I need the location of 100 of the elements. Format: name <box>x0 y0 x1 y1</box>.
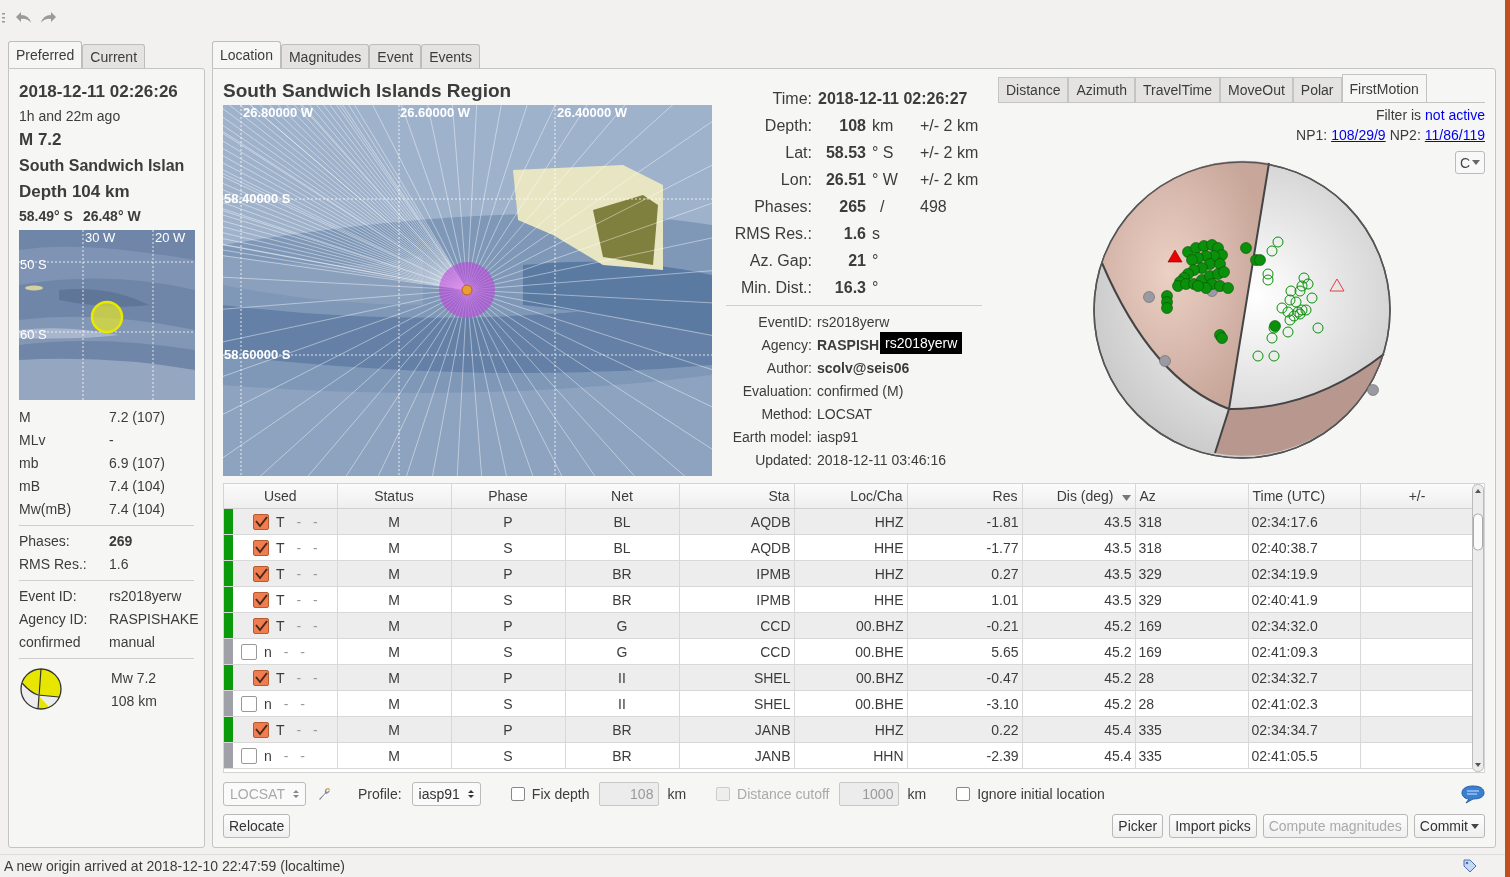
magnitude-type: Mw(mB) <box>19 500 73 519</box>
table-cell: M <box>337 586 451 613</box>
main-tab[interactable]: Location <box>212 41 281 68</box>
checkbox[interactable] <box>253 513 269 530</box>
speech-bubble-icon[interactable] <box>1461 784 1485 804</box>
field-label: Updated: <box>726 448 817 471</box>
table-cell: S <box>451 586 565 613</box>
profile-label: Profile: <box>358 786 402 802</box>
table-cell: 28 <box>1135 664 1248 691</box>
action-button[interactable]: Commit <box>1413 814 1485 838</box>
field-label: Time: <box>726 85 818 112</box>
table-cell: BR <box>565 560 679 587</box>
column-header[interactable]: Phase <box>451 484 565 509</box>
table-cell: BL <box>565 508 679 535</box>
table-cell: 43.5 <box>1022 508 1135 535</box>
column-header[interactable]: Az <box>1135 484 1248 509</box>
checkbox[interactable] <box>253 669 269 686</box>
caret-icon <box>1472 160 1480 165</box>
table-cell: 00.BHZ <box>794 664 907 691</box>
action-button[interactable]: Relocate <box>223 814 291 838</box>
table-cell: IPMB <box>679 586 794 613</box>
unit-label: km <box>667 786 687 802</box>
error-value: +/- 2 km <box>920 143 979 161</box>
plot-tab[interactable]: Distance <box>998 77 1069 102</box>
column-header[interactable]: Time (UTC) <box>1248 484 1360 509</box>
table-cell: 02:34:32.0 <box>1248 612 1360 639</box>
np1-link[interactable]: 108/29/9 <box>1331 127 1386 143</box>
table-cell: JANB <box>679 742 794 769</box>
epicenter-marker <box>90 300 124 334</box>
checkbox[interactable] <box>253 591 269 608</box>
table-cell: - - <box>296 565 318 582</box>
checkbox[interactable] <box>241 643 257 660</box>
action-button[interactable]: Picker <box>1112 814 1164 838</box>
beachball-icon <box>19 667 63 711</box>
checkbox[interactable] <box>253 539 269 556</box>
column-header[interactable]: Res <box>907 484 1022 509</box>
ignore-location-checkbox[interactable]: Ignore initial location <box>956 786 1105 802</box>
table-cell: 02:34:19.9 <box>1248 560 1360 587</box>
table-cell: II <box>565 664 679 691</box>
plot-tab[interactable]: MoveOut <box>1220 77 1293 102</box>
table-cell: P <box>451 664 565 691</box>
checkbox[interactable] <box>241 695 257 712</box>
main-tab[interactable]: Magnitudes <box>280 44 370 68</box>
table-cell: - - <box>296 617 318 634</box>
plot-tab[interactable]: FirstMotion <box>1341 74 1427 102</box>
plot-tab[interactable]: TravelTime <box>1135 77 1220 102</box>
map-label: 60 S <box>20 327 47 343</box>
table-cell: 02:34:32.7 <box>1248 664 1360 691</box>
field-label: Earth model: <box>726 425 817 448</box>
table-cell: - - <box>283 643 305 660</box>
table-cell: M <box>337 560 451 587</box>
table-cell: 02:41:09.3 <box>1248 638 1360 665</box>
checkbox[interactable] <box>253 565 269 582</box>
filter-link[interactable]: not active <box>1425 107 1485 123</box>
magnitude-value: - <box>109 431 114 450</box>
checkbox[interactable] <box>241 747 257 764</box>
main-tab[interactable]: Events <box>421 44 480 68</box>
np2-link[interactable]: 11/86/119 <box>1424 127 1485 143</box>
column-header[interactable]: Net <box>565 484 679 509</box>
table-cell: P <box>451 560 565 587</box>
checkbox[interactable] <box>253 721 269 738</box>
checkmark-icon <box>254 723 268 736</box>
panel-tab[interactable]: Current <box>82 44 146 68</box>
table-cell: T <box>276 669 285 686</box>
column-header[interactable]: Dis (deg) <box>1022 484 1135 509</box>
field-label: Method: <box>760 404 813 424</box>
map-label: 30 W <box>85 230 116 246</box>
field-value: 1.6 <box>842 223 866 244</box>
table-cell: JANB <box>679 716 794 743</box>
table-cell: 43.5 <box>1022 586 1135 613</box>
checkbox[interactable] <box>253 617 269 634</box>
column-header[interactable]: Sta <box>679 484 794 509</box>
field-value: confirmed (M) <box>817 382 904 399</box>
magnitude-value: M 7.2 <box>19 129 63 151</box>
mode-dropdown[interactable]: C <box>1454 151 1485 174</box>
profile-select[interactable]: iasp91 <box>411 782 481 806</box>
column-header[interactable]: +/- <box>1360 484 1474 509</box>
field-label: Depth: <box>763 115 813 136</box>
table-cell: 45.4 <box>1022 716 1135 743</box>
scrollbar[interactable] <box>1472 484 1484 772</box>
table-cell: n <box>264 747 272 764</box>
table-cell: AQDB <box>679 534 794 561</box>
unit-label: ° <box>872 278 879 296</box>
column-header[interactable]: Used <box>224 484 337 509</box>
field-value: RASPISH <box>817 336 880 353</box>
plot-tab[interactable]: Azimuth <box>1068 77 1136 102</box>
field-value: 2018-12-11 02:26:27 <box>818 88 969 109</box>
table-cell: 0.22 <box>907 716 1022 743</box>
column-header[interactable]: Loc/Cha <box>794 484 907 509</box>
tags-icon[interactable] <box>1462 858 1478 874</box>
column-header[interactable]: Status <box>337 484 451 509</box>
panel-tab[interactable]: Preferred <box>8 41 83 68</box>
table-cell: 02:40:41.9 <box>1248 586 1360 613</box>
fix-depth-checkbox[interactable]: Fix depth <box>510 786 590 802</box>
main-tab[interactable]: Event <box>369 44 422 68</box>
table-cell: M <box>337 508 451 535</box>
action-button[interactable]: Import picks <box>1169 814 1257 838</box>
table-cell: 45.2 <box>1022 638 1135 665</box>
plot-tab[interactable]: Polar <box>1292 77 1342 102</box>
table-cell: S <box>451 690 565 717</box>
